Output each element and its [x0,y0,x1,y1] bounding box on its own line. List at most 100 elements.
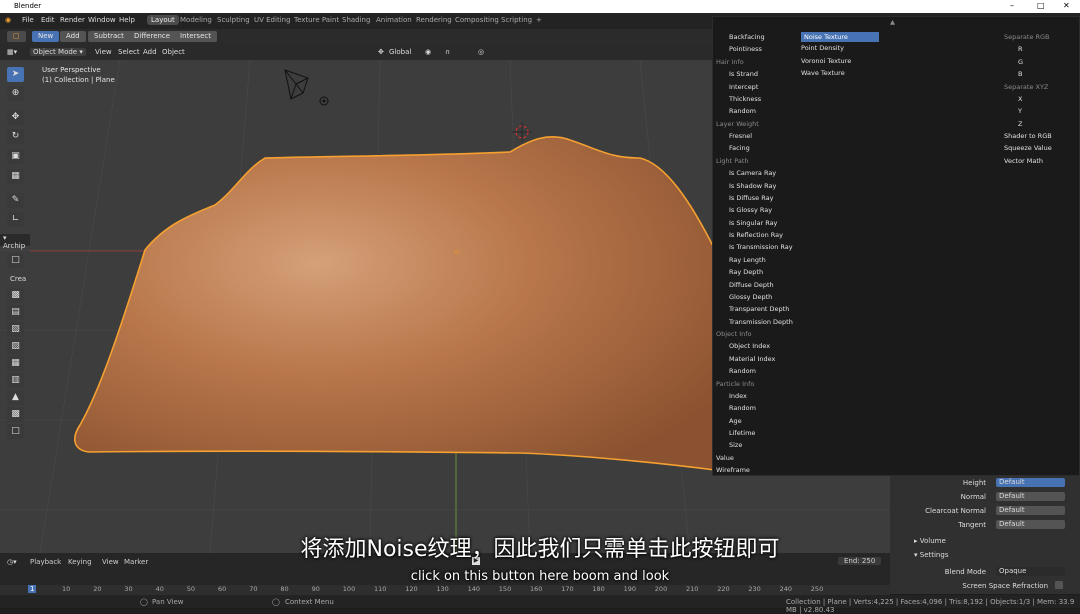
menu-item-wireframe[interactable]: Wireframe [716,466,750,474]
select-tool-icon[interactable]: ➤ [7,67,24,82]
menu-item-is-singular-ray[interactable]: Is Singular Ray [729,219,777,227]
prop-field-height[interactable]: Default [996,478,1065,487]
menu-item-point-density[interactable]: Point Density [801,44,844,52]
orientation-icon[interactable]: ✥ [378,48,384,56]
intersect-button[interactable]: Intersect [174,31,217,42]
menu-item-glossy-depth[interactable]: Glossy Depth [729,293,772,301]
menu-item-object-index[interactable]: Object Index [729,342,770,350]
tab-modeling[interactable]: Modeling [176,15,216,25]
timeline-ruler[interactable]: 1 10 20 30 40 50 60 70 80 90 100 110 120 130 140 150 16… [0,585,890,595]
tab-rendering[interactable]: Rendering [412,15,456,25]
menu-item-wave-texture[interactable]: Wave Texture [801,69,845,77]
move-tool-icon[interactable]: ✥ [7,110,24,125]
add-button[interactable]: Add [60,31,86,42]
orientation-select[interactable]: Global [389,48,411,56]
menu-scroll-up-icon[interactable]: ▲ [890,18,895,26]
scale-tool-icon[interactable]: ▣ [7,149,24,164]
menu-item-is-strand[interactable]: Is Strand [729,70,758,78]
tab-scripting[interactable]: Scripting [497,15,536,25]
archipack-tool-5-icon[interactable]: ▨ [7,339,24,354]
archipack-tool-3-icon[interactable]: ▤ [7,305,24,320]
menu-file[interactable]: File [22,16,34,24]
add-workspace-button[interactable]: + [532,15,546,25]
archipack-tool-10-icon[interactable]: □ [7,424,24,439]
menu-item-value[interactable]: Value [716,454,734,462]
menu-help[interactable]: Help [119,16,135,24]
menu-item-facing[interactable]: Facing [729,144,750,152]
magnet-icon[interactable]: ∩ [445,48,450,56]
close-icon[interactable]: ✕ [1063,1,1070,10]
3d-cursor[interactable] [512,122,532,142]
measure-tool-icon[interactable]: ∟ [7,212,24,227]
tab-texture-paint[interactable]: Texture Paint [290,15,343,25]
menu-item-b[interactable]: B [1018,70,1022,78]
tab-layout[interactable]: Layout [147,15,179,25]
menu-item-random[interactable]: Random [729,367,756,375]
transform-tool-icon[interactable]: ▦ [7,169,24,184]
select-box-icon[interactable]: □ [7,31,26,42]
menu-item-transparent-depth[interactable]: Transparent Depth [729,305,789,313]
rotate-tool-icon[interactable]: ↻ [7,129,24,144]
menu-item-x[interactable]: X [1018,95,1022,103]
menu-item-lifetime[interactable]: Lifetime [729,429,755,437]
cursor-tool-icon[interactable]: ⊕ [7,86,24,101]
menu-item-z[interactable]: Z [1018,120,1022,128]
archipack-tool-6-icon[interactable]: ▦ [7,356,24,371]
prop-field-tangent[interactable]: Default [996,520,1065,529]
header-select-menu[interactable]: Select [118,48,140,56]
menu-item-is-glossy-ray[interactable]: Is Glossy Ray [729,206,772,214]
menu-item-ray-length[interactable]: Ray Length [729,256,766,264]
tab-animation[interactable]: Animation [372,15,416,25]
terrain-mesh[interactable] [74,136,716,471]
light-object[interactable] [319,96,329,106]
editor-type-icon[interactable]: ▦▾ [7,48,17,56]
menu-item-age[interactable]: Age [729,417,742,425]
menu-item-g[interactable]: G [1018,58,1023,66]
new-button[interactable]: New [32,31,60,42]
annotate-tool-icon[interactable]: ✎ [7,193,24,208]
menu-item-size[interactable]: Size [729,441,742,449]
current-frame-indicator[interactable]: 1 [28,585,37,593]
menu-item-ray-depth[interactable]: Ray Depth [729,268,763,276]
menu-item-vector-math[interactable]: Vector Math [1004,157,1043,165]
header-add-menu[interactable]: Add [143,48,157,56]
archipack-tool-8-icon[interactable]: ▲ [7,390,24,405]
difference-button[interactable]: Difference [128,31,177,42]
menu-item-fresnel[interactable]: Fresnel [729,132,752,140]
minimize-icon[interactable]: – [1010,1,1014,10]
menu-item-material-index[interactable]: Material Index [729,355,775,363]
menu-item-is-transmission-ray[interactable]: Is Transmission Ray [729,243,793,251]
menu-item-intercept[interactable]: Intercept [729,83,758,91]
archipack-tool-1-icon[interactable]: □ [7,253,24,268]
header-view-menu[interactable]: View [95,48,112,56]
archipack-tool-9-icon[interactable]: ▩ [7,407,24,422]
menu-item-random[interactable]: Random [729,404,756,412]
menu-item-y[interactable]: Y [1018,107,1022,115]
menu-item-voronoi-texture[interactable]: Voronoi Texture [801,57,851,65]
camera-object[interactable] [284,69,309,100]
archipack-tool-2-icon[interactable]: ▩ [7,288,24,303]
menu-window[interactable]: Window [88,16,116,24]
menu-item-noise-texture[interactable]: Noise Texture [801,32,879,42]
menu-item-squeeze-value[interactable]: Squeeze Value [1004,144,1052,152]
menu-item-backfacing[interactable]: Backfacing [729,33,765,41]
maximize-icon[interactable]: □ [1037,1,1045,10]
menu-item-shader-to-rgb[interactable]: Shader to RGB [1004,132,1052,140]
tab-compositing[interactable]: Compositing [451,15,503,25]
menu-item-is-diffuse-ray[interactable]: Is Diffuse Ray [729,194,773,202]
subtract-button[interactable]: Subtract [88,31,130,42]
archipack-tool-4-icon[interactable]: ▧ [7,322,24,337]
tab-shading[interactable]: Shading [338,15,374,25]
menu-item-pointiness[interactable]: Pointiness [729,45,762,53]
menu-item-diffuse-depth[interactable]: Diffuse Depth [729,281,774,289]
menu-item-thickness[interactable]: Thickness [729,95,761,103]
blender-logo-icon[interactable]: ◉ [5,16,11,24]
menu-item-index[interactable]: Index [729,392,747,400]
menu-item-transmission-depth[interactable]: Transmission Depth [729,318,793,326]
header-object-menu[interactable]: Object [162,48,185,56]
menu-item-r[interactable]: R [1018,45,1023,53]
menu-item-is-camera-ray[interactable]: Is Camera Ray [729,169,776,177]
tab-sculpting[interactable]: Sculpting [213,15,254,25]
mode-select[interactable]: Object Mode ▾ [30,48,86,56]
snap-icon[interactable]: ◉ [425,48,431,56]
